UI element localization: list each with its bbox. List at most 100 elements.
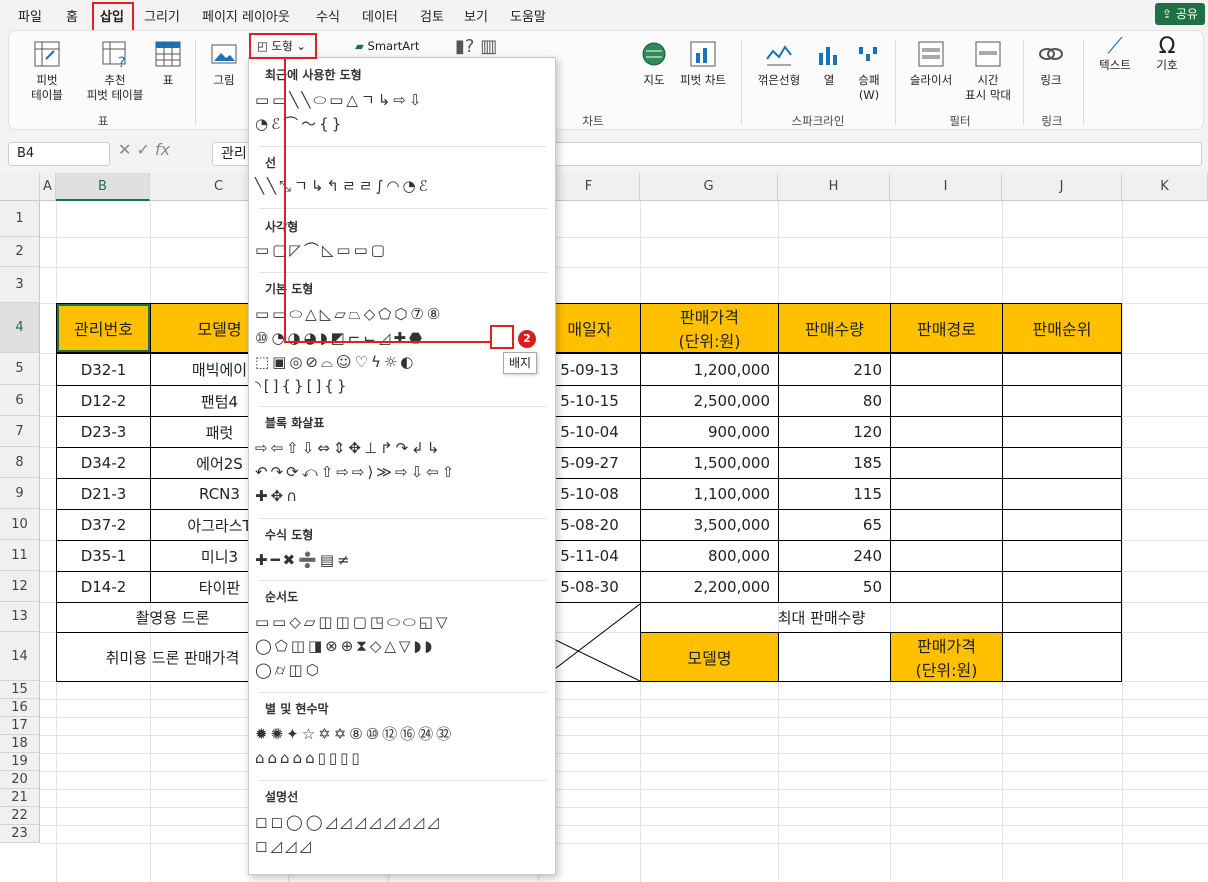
- header-cell-price[interactable]: 판매가격 (단위:원): [890, 632, 1003, 682]
- column-header[interactable]: A: [40, 173, 56, 201]
- block-arrows-row[interactable]: ↶↷⟳⤺⇧⇨⇨⟩≫⇨⇩⇦⇧: [255, 462, 457, 482]
- basic-shapes-row[interactable]: ⑩◔◑◕◗◩⌐⌙◿✚⬣: [255, 328, 425, 348]
- maps-button[interactable]: 지도: [639, 39, 669, 88]
- sparkline-line-button[interactable]: 꺾은선형: [747, 39, 811, 88]
- row-header[interactable]: 20: [0, 771, 40, 789]
- table-cell[interactable]: 1,100,000: [640, 478, 779, 510]
- tab-review[interactable]: 검토: [420, 6, 444, 25]
- table-cell[interactable]: [1002, 571, 1122, 603]
- pivot-table-button[interactable]: 피벗 테이블: [21, 39, 73, 103]
- table-cell[interactable]: 2,500,000: [640, 385, 779, 417]
- table-cell[interactable]: D21-3: [56, 478, 151, 510]
- table-cell[interactable]: 120: [778, 416, 891, 448]
- banners-row[interactable]: ⌂⌂⌂⌂⌂▯▯▯▯: [255, 748, 363, 768]
- equation-shapes-row[interactable]: ✚━✖➗▤≠: [255, 550, 353, 570]
- table-cell[interactable]: [890, 509, 1003, 541]
- table-cell[interactable]: 50: [778, 571, 891, 603]
- table-cell[interactable]: [890, 385, 1003, 417]
- tab-view[interactable]: 보기: [464, 6, 488, 25]
- share-button[interactable]: ⇪ 공유: [1155, 3, 1205, 25]
- flowchart-row[interactable]: ▭▭◇▱◫◫▢◳⬭⬭◱▽: [255, 612, 450, 632]
- tab-file[interactable]: 파일: [18, 6, 42, 25]
- tab-data[interactable]: 데이터: [362, 6, 398, 25]
- row-header[interactable]: 4: [0, 303, 40, 353]
- table-cell[interactable]: [890, 353, 1003, 386]
- table-cell[interactable]: 185: [778, 447, 891, 479]
- fx-icon[interactable]: ✕ ✓ fx: [118, 140, 170, 159]
- recent-shapes-row[interactable]: ▭▭╲╲⬭▭△ㄱ↳⇨⇩: [255, 90, 424, 110]
- row-header[interactable]: 3: [0, 267, 40, 303]
- row-header[interactable]: 6: [0, 385, 40, 416]
- table-cell[interactable]: [778, 632, 891, 682]
- table-cell[interactable]: [890, 447, 1003, 479]
- row-header[interactable]: 9: [0, 478, 40, 509]
- header-cell-id[interactable]: 관리번호: [56, 303, 151, 353]
- tab-page-layout[interactable]: 페이지 레이아웃: [202, 6, 290, 25]
- row-header[interactable]: 18: [0, 735, 40, 753]
- text-button[interactable]: ⟋ 텍스트: [1089, 36, 1141, 73]
- table-cell[interactable]: D34-2: [56, 447, 151, 479]
- stars-row[interactable]: ✹✺✦☆✡✡⑧⑩⑫⑯㉔㉜: [255, 724, 454, 744]
- recommended-pivot-button[interactable]: ? 추천 피벗 테이블: [75, 39, 155, 103]
- flowchart-row[interactable]: ◯⬠◫◨⊗⊕⧗◇△▽◗◗: [255, 636, 435, 656]
- table-cell[interactable]: [1002, 385, 1122, 417]
- basic-shapes-row[interactable]: ◝[]{}[]{}: [255, 376, 349, 396]
- row-header[interactable]: 2: [0, 237, 40, 267]
- header-cell-channel[interactable]: 판매경로: [890, 303, 1003, 353]
- table-cell[interactable]: D12-2: [56, 385, 151, 417]
- table-cell[interactable]: [1002, 540, 1122, 572]
- header-cell-model[interactable]: 모델명: [640, 632, 779, 682]
- row-header[interactable]: 11: [0, 540, 40, 571]
- row-header[interactable]: 13: [0, 602, 40, 632]
- table-cell[interactable]: [1002, 353, 1122, 386]
- row-header[interactable]: 8: [0, 447, 40, 478]
- table-cell[interactable]: D14-2: [56, 571, 151, 603]
- table-cell[interactable]: [1002, 416, 1122, 448]
- picture-button[interactable]: 그림: [207, 39, 241, 88]
- row-header[interactable]: 16: [0, 699, 40, 717]
- table-cell[interactable]: 800,000: [640, 540, 779, 572]
- table-cell[interactable]: [1002, 447, 1122, 479]
- table-button[interactable]: 표: [151, 39, 185, 88]
- row-header[interactable]: 23: [0, 825, 40, 843]
- column-header[interactable]: G: [640, 173, 778, 201]
- select-all-corner[interactable]: [0, 173, 40, 201]
- column-header[interactable]: I: [890, 173, 1002, 201]
- tab-home[interactable]: 홈: [66, 6, 78, 25]
- column-header[interactable]: H: [778, 173, 890, 201]
- sparkline-winloss-button[interactable]: 승패 (W): [849, 39, 889, 103]
- basic-shapes-row[interactable]: ⬚▣◎⊘⌓☺♡ϟ☼◐: [255, 352, 416, 372]
- row-header[interactable]: 7: [0, 416, 40, 447]
- pivot-chart-button[interactable]: 피벗 차트: [673, 39, 733, 88]
- header-cell-price[interactable]: 판매가격 (단위:원): [640, 303, 779, 353]
- table-cell[interactable]: [1002, 478, 1122, 510]
- table-cell[interactable]: [1002, 632, 1122, 682]
- table-cell[interactable]: 210: [778, 353, 891, 386]
- chart-icons[interactable]: ▮? ▥: [455, 38, 565, 56]
- table-cell[interactable]: D32-1: [56, 353, 151, 386]
- table-cell[interactable]: D23-3: [56, 416, 151, 448]
- name-box[interactable]: B4: [8, 142, 110, 166]
- row-header[interactable]: 19: [0, 753, 40, 771]
- tab-formulas[interactable]: 수식: [316, 6, 340, 25]
- table-cell[interactable]: [890, 571, 1003, 603]
- row-header[interactable]: 1: [0, 201, 40, 237]
- block-arrows-row[interactable]: ✚✥∩: [255, 486, 300, 506]
- worksheet-grid[interactable]: A B C D E F G H I J K 123456789101112131…: [0, 173, 1208, 882]
- row-header[interactable]: 12: [0, 571, 40, 602]
- table-cell[interactable]: 900,000: [640, 416, 779, 448]
- block-arrows-row[interactable]: ⇨⇦⇧⇩⇔⇕✥⊥↱↷↲↳: [255, 438, 442, 458]
- symbol-button[interactable]: Ω 기호: [1147, 36, 1187, 73]
- column-header[interactable]: K: [1122, 173, 1208, 201]
- column-header[interactable]: J: [1002, 173, 1122, 201]
- table-cell[interactable]: 1,500,000: [640, 447, 779, 479]
- column-header[interactable]: B: [56, 173, 150, 201]
- header-cell-rank[interactable]: 판매순위: [1002, 303, 1122, 353]
- row-header[interactable]: 17: [0, 717, 40, 735]
- table-cell[interactable]: [890, 416, 1003, 448]
- callouts-row[interactable]: ◻◿◿◿: [255, 836, 314, 856]
- sparkline-column-button[interactable]: 열: [813, 39, 845, 88]
- tab-help[interactable]: 도움말: [510, 6, 546, 25]
- table-cell[interactable]: [890, 478, 1003, 510]
- link-button[interactable]: 링크: [1033, 39, 1069, 88]
